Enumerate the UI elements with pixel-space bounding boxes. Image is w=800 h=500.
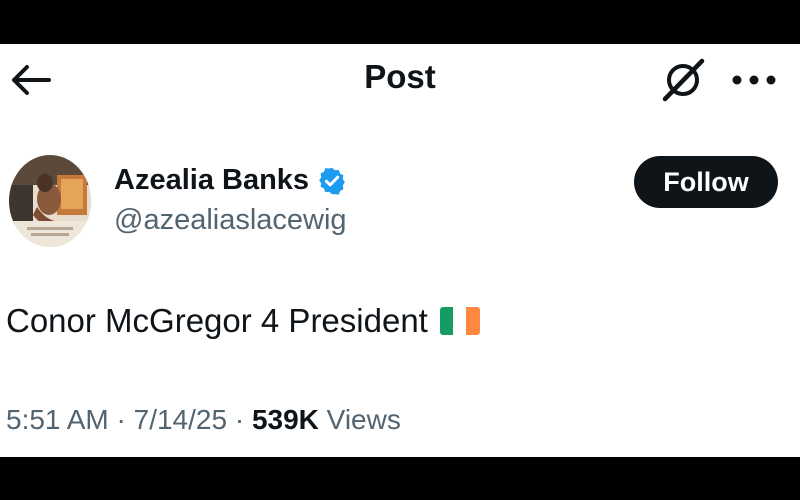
post-time[interactable]: 5:51 AM	[6, 404, 109, 435]
top-bar: Post	[0, 44, 800, 114]
meta-separator: ·	[234, 404, 245, 435]
grok-button[interactable]	[656, 56, 710, 104]
verified-badge-icon	[319, 167, 345, 195]
follow-button[interactable]: Follow	[634, 156, 778, 208]
author-handle[interactable]: @azealiaslacewig	[114, 204, 347, 237]
author-name-text: Azealia Banks	[114, 164, 310, 196]
post-date[interactable]: 7/14/25	[134, 404, 227, 435]
more-horizontal-icon	[732, 75, 776, 85]
screenshot-frame: Post Azealia Banks @azealiaslacewig Foll…	[0, 0, 800, 500]
meta-separator: ·	[116, 404, 126, 435]
post-screen: Post Azealia Banks @azealiaslacewig Foll…	[0, 44, 800, 457]
post-meta: 5:51 AM · 7/14/25 · 539K Views	[6, 404, 401, 436]
views-count[interactable]: 539K	[252, 404, 319, 435]
avatar[interactable]	[9, 155, 91, 247]
ireland-flag-icon	[439, 307, 480, 335]
grok-icon	[662, 58, 705, 102]
avatar-photo	[9, 155, 91, 247]
post-text-content: Conor McGregor 4 President	[6, 302, 428, 339]
author-name[interactable]: Azealia Banks	[114, 164, 347, 197]
post-text: Conor McGregor 4 President	[6, 302, 480, 340]
more-options-button[interactable]	[728, 62, 780, 98]
views-label: Views	[326, 404, 401, 435]
